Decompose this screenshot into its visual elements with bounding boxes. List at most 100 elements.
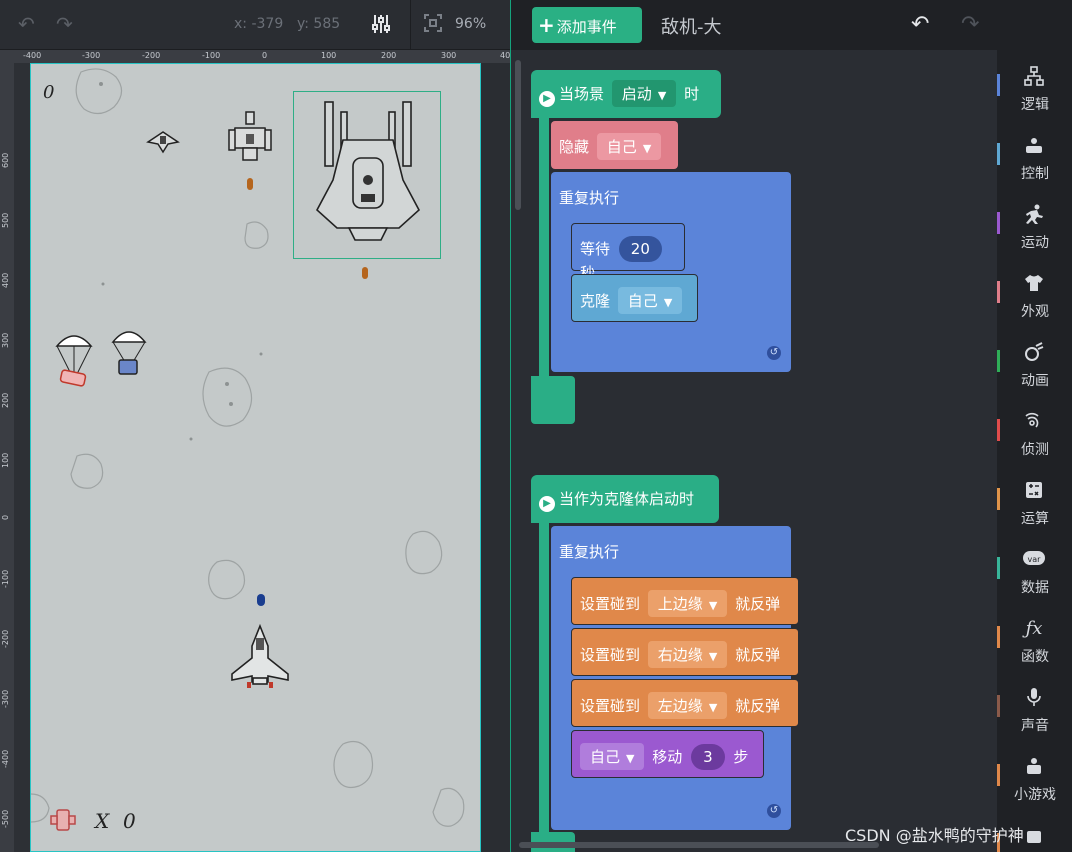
category-color-stripe [997,626,1000,648]
code-undo-icon[interactable]: ↶ [911,12,929,37]
bounce-prefix: 设置碰到 [580,697,641,715]
event-spine [539,92,549,412]
code-panel: + 添加事件 敌机-大 ↶ ↷ ▶ 当场景 启动 ▼ 时 隐藏 自己 ▼ 重复执行 ↺ [510,0,1072,852]
motion-bounce-top-block[interactable]: 设置碰到 上边缘 ▼ 就反弹 [571,577,799,625]
category-animation[interactable]: 动画 [997,332,1072,401]
operators-icon [1019,480,1049,502]
enemy-medium-sprite[interactable] [227,110,273,164]
category-color-stripe [997,74,1000,96]
category-color-stripe [997,281,1000,303]
ruler-horizontal: -400 -300 -200 -100 0 100 200 300 40 [14,50,510,63]
horizontal-scrollbar[interactable] [519,842,879,848]
hide-target-dropdown[interactable]: 自己 ▼ [596,133,662,160]
move-steps-input[interactable]: 3 [691,744,725,770]
ruler-tick-label: 40 [500,51,510,60]
wait-seconds-input[interactable]: 20 [618,236,662,262]
watermark-text: CSDN @盐水鸭的守护神 [845,826,1024,845]
score-text: 0 [43,82,55,103]
add-event-button[interactable]: + 添加事件 [532,7,642,43]
ruler-tick-label: 100 [321,51,337,60]
repeat-label: 重复执行 [559,189,620,207]
hat1-prefix: 当场景 [559,85,605,103]
animation-icon [1019,342,1049,364]
category-label: 动画 [1021,373,1049,389]
enemy-large-sprite[interactable] [313,98,423,248]
category-label: 控制 [1021,166,1049,182]
event-when-clone-starts[interactable]: ▶ 当作为克隆体启动时 [531,475,719,523]
ruler-tick-label: 500 [1,212,10,228]
motion-move-steps-block[interactable]: 自己 ▼ 移动 3 步 [571,730,764,778]
category-minigame[interactable]: 小游戏 [997,746,1072,815]
code-workspace[interactable]: ▶ 当场景 启动 ▼ 时 隐藏 自己 ▼ 重复执行 ↺ 等待 20 秒 克隆 自己 ▼ [511,50,997,852]
dropdown-value: 上边缘 [657,595,703,613]
player-plane-sprite[interactable] [231,624,289,690]
dropdown-value: 自己 [590,748,621,766]
stage-toolbar: ↶ ↷ x: -379 y: 585 96% [0,0,510,50]
redo-icon[interactable]: ↷ [56,14,73,34]
looks-hide-block[interactable]: 隐藏 自己 ▼ [551,121,678,169]
lives-icon [50,809,76,831]
enemy-small-sprite[interactable] [146,130,180,154]
edge-dropdown[interactable]: 上边缘 ▼ [647,590,728,617]
undo-icon[interactable]: ↶ [18,14,35,34]
chevron-down-icon: ▼ [626,752,635,765]
powerup-parachute-bomb[interactable] [55,328,93,392]
bounce-suffix: 就反弹 [735,595,781,613]
ruler-tick-label: -400 [23,51,42,60]
ruler-tick-label: 400 [1,272,10,288]
event-when-scene-starts[interactable]: ▶ 当场景 启动 ▼ 时 [531,70,721,118]
player-bullet [257,594,265,606]
control-clone-block[interactable]: 克隆 自己 ▼ [571,274,698,322]
sliders-icon[interactable] [371,14,391,37]
sound-icon [1019,687,1049,709]
category-label: 侦测 [1021,442,1049,458]
ruler-tick-label: 600 [1,152,10,168]
category-label: 运动 [1021,235,1049,251]
motion-bounce-left-block[interactable]: 设置碰到 左边缘 ▼ 就反弹 [571,679,799,727]
toolbar-divider [410,0,411,50]
category-sensing[interactable]: 侦测 [997,401,1072,470]
category-motion[interactable]: 运动 [997,194,1072,263]
category-data[interactable]: var 数据 [997,539,1072,608]
ruler-tick-label: -100 [202,51,221,60]
lives-count: 0 [123,809,136,833]
stage-panel: ↶ ↷ x: -379 y: 585 96% -400 -300 -200 -1… [0,0,510,852]
category-function[interactable]: ƒx 函数 [997,608,1072,677]
ruler-tick-label: 200 [381,51,397,60]
category-label: 小游戏 [1014,787,1056,803]
ruler-tick-label: -500 [1,809,10,828]
edge-dropdown[interactable]: 右边缘 ▼ [647,641,728,668]
zoom-level[interactable]: 96% [455,16,486,32]
category-control[interactable]: 控制 [997,125,1072,194]
category-sound[interactable]: 声音 [997,677,1072,746]
category-label: 外观 [1021,304,1049,320]
scene-event-dropdown[interactable]: 启动 ▼ [611,80,677,107]
edge-dropdown[interactable]: 左边缘 ▼ [647,692,728,719]
wait-label: 等待 [580,240,611,258]
motion-bounce-right-block[interactable]: 设置碰到 右边缘 ▼ 就反弹 [571,628,799,676]
control-wait-block[interactable]: 等待 20 秒 [571,223,685,282]
hat2-label: 当作为克隆体启动时 [559,490,695,508]
dropdown-value: 自己 [606,138,637,156]
minigame-icon [1019,756,1049,778]
block-category-sidebar: 逻辑 控制 运动 外观 动画 侦测 运算 var 数据 ƒx 函数 声音 小游戏 [997,50,1072,852]
dropdown-value: 自己 [627,292,658,310]
category-logic[interactable]: 逻辑 [997,56,1072,125]
coord-y: y: 585 [297,16,341,32]
hide-label: 隐藏 [559,138,590,156]
move-target-dropdown[interactable]: 自己 ▼ [580,743,645,770]
fit-screen-icon[interactable] [424,14,442,35]
control-repeat-forever-block[interactable]: 重复执行 ↺ [551,526,791,830]
loop-arrow-icon: ↺ [767,804,781,818]
powerup-parachute-ammo[interactable] [111,324,147,380]
ruler-tick-label: -200 [142,51,161,60]
control-icon [1019,135,1049,157]
category-color-stripe [997,212,1000,234]
code-redo-icon[interactable]: ↷ [961,12,979,37]
category-operators[interactable]: 运算 [997,470,1072,539]
stage-canvas[interactable]: 0 X 0 [30,63,481,852]
ruler-tick-label: 300 [441,51,457,60]
vertical-scrollbar[interactable] [515,60,521,210]
category-looks[interactable]: 外观 [997,263,1072,332]
clone-target-dropdown[interactable]: 自己 ▼ [617,287,683,314]
